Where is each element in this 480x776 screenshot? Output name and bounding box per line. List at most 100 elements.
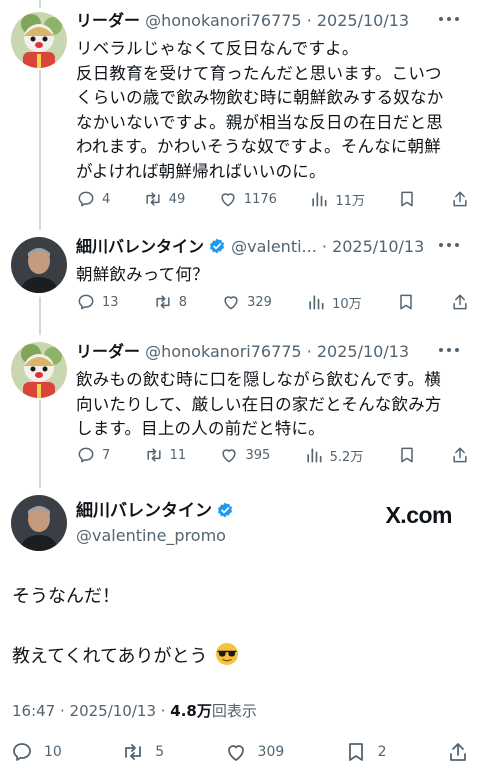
- sunglasses-emoji-icon: [216, 643, 239, 665]
- share-button[interactable]: [446, 740, 470, 764]
- tweet-text: リベラルじゃなくて反日なんですよ。 反日教育を受けて育ったんだと思います。こいつ…: [76, 37, 470, 184]
- tweet-header: 細川バレンタイン @valenti... · 2025/10/13: [76, 234, 470, 260]
- author-name[interactable]: リーダー: [76, 11, 140, 30]
- reply-icon: [78, 447, 94, 463]
- tweet[interactable]: リーダー @honokanori76775 · 2025/10/13 リベラルじ…: [0, 0, 480, 222]
- author-name[interactable]: 細川バレンタイン: [76, 501, 212, 521]
- like-button[interactable]: 1176: [218, 189, 277, 209]
- heart-icon: [222, 449, 237, 463]
- author-block: 細川バレンタイン @valentine_promo: [76, 498, 234, 548]
- more-icon[interactable]: [436, 236, 462, 254]
- bookmark-button[interactable]: 2: [344, 740, 387, 764]
- verified-badge-icon: [209, 238, 225, 254]
- views-button[interactable]: 10万: [306, 292, 362, 312]
- reply-button[interactable]: 7: [76, 445, 110, 465]
- heart-icon: [221, 193, 235, 207]
- share-icon: [453, 294, 467, 310]
- bookmark-button[interactable]: [397, 445, 417, 465]
- views-button[interactable]: 11万: [309, 189, 365, 209]
- retweet-button[interactable]: 5: [121, 740, 164, 764]
- like-count: 395: [245, 447, 271, 463]
- bookmark-button[interactable]: [396, 292, 416, 312]
- author-handle[interactable]: @valenti...: [231, 237, 317, 256]
- retweet-button[interactable]: 11: [144, 445, 187, 465]
- avatar[interactable]: [11, 12, 67, 68]
- reply-icon: [78, 294, 94, 310]
- tweet-text-line: 飲みもの飲む時に口を隠しながら飲むんです。横: [76, 370, 441, 389]
- views-icon: [306, 448, 322, 463]
- reply-button[interactable]: 4: [76, 189, 110, 209]
- views-icon: [309, 295, 324, 310]
- more-icon[interactable]: [436, 341, 462, 359]
- avatar[interactable]: [11, 495, 67, 551]
- bookmark-icon: [400, 294, 412, 310]
- reply-button[interactable]: 13: [76, 292, 119, 312]
- tweet-header: リーダー @honokanori76775 · 2025/10/13: [76, 8, 470, 34]
- tweet-text-line: します。目上の人の前だと特に。: [76, 419, 325, 438]
- author-handle[interactable]: @honokanori76775: [145, 342, 302, 361]
- retweet-button[interactable]: 8: [153, 292, 187, 312]
- tweet-text-line: 反日教育を受けて育ったんだと思います。こいつ: [76, 63, 442, 83]
- like-button[interactable]: 329: [221, 292, 272, 312]
- tweet-text-line: リベラルじゃなくて反日なんですよ。: [76, 39, 359, 58]
- views-count: 5.2万: [329, 449, 364, 465]
- tweet-text-line: われます。かわいそうな奴ですよ。そんなに朝鮮: [76, 137, 441, 156]
- more-icon[interactable]: [436, 10, 462, 28]
- tweet-text-line: 朝鮮飲みって何？: [76, 265, 209, 284]
- author-handle[interactable]: @valentine_promo: [76, 524, 234, 548]
- retweet-button[interactable]: 49: [143, 189, 186, 209]
- tweet-header: リーダー @honokanori76775 · 2025/10/13: [76, 339, 470, 365]
- author-name[interactable]: 細川バレンタイン: [76, 237, 204, 256]
- retweet-icon: [125, 744, 142, 760]
- reply-button[interactable]: 10: [10, 740, 62, 764]
- views-total: 4.8万: [170, 702, 212, 720]
- tweet-text: 飲みもの飲む時に口を隠しながら飲むんです。横 向いたりして、厳しい在日の家だとそ…: [76, 368, 470, 442]
- views-icon: [312, 192, 327, 207]
- reply-count: 13: [102, 294, 119, 310]
- share-icon: [453, 447, 467, 463]
- tweet-timestamp-row: 16:47 · 2025/10/13 · 4.8万回表示: [12, 700, 257, 721]
- tweet-text-line: そうなんだ！: [12, 586, 120, 607]
- retweet-count: 5: [155, 744, 165, 760]
- reply-count: 7: [102, 447, 111, 463]
- tweet[interactable]: リーダー @honokanori76775 · 2025/10/13 飲みもの飲…: [0, 335, 480, 480]
- retweet-count: 8: [178, 294, 187, 310]
- share-icon: [450, 743, 466, 761]
- reply-count: 4: [102, 191, 111, 207]
- like-button[interactable]: 309: [224, 740, 285, 764]
- author-handle[interactable]: @honokanori76775: [145, 11, 302, 30]
- like-button[interactable]: 395: [219, 445, 270, 465]
- views-count: 11万: [335, 193, 365, 209]
- bookmark-icon: [400, 447, 413, 463]
- tweet-text-line: 向いたりして、厳しい在日の家だとそんな飲み方: [76, 394, 442, 414]
- tweet[interactable]: 細川バレンタイン @valenti... · 2025/10/13 朝鮮飲みって…: [0, 230, 480, 328]
- tweet-text-line: がよければ朝鮮帰ればいいのに。: [76, 161, 326, 181]
- tweet-text-line: なかいないですよ。親が相当な反日の在日だと思: [76, 112, 443, 132]
- like-count: 329: [247, 294, 272, 310]
- tweet-time[interactable]: 16:47 · 2025/10/13 ·: [12, 702, 170, 720]
- tweet-text-line-content: 教えてくれてありがとう: [12, 646, 208, 667]
- views-button[interactable]: 5.2万: [304, 445, 364, 465]
- bookmark-icon: [348, 743, 363, 761]
- bookmark-button[interactable]: [397, 189, 417, 209]
- retweet-icon: [146, 192, 160, 206]
- tweet-date[interactable]: · 2025/10/13: [307, 342, 409, 361]
- tweet-text: 朝鮮飲みって何？: [76, 263, 470, 288]
- bookmark-icon: [401, 191, 414, 207]
- avatar[interactable]: [11, 237, 67, 293]
- like-count: 309: [257, 744, 285, 760]
- tweet-date[interactable]: · 2025/10/13: [307, 11, 409, 30]
- retweet-count: 49: [168, 191, 186, 207]
- tweet-date[interactable]: · 2025/10/13: [322, 237, 424, 256]
- author-name[interactable]: リーダー: [76, 342, 140, 361]
- share-button[interactable]: [450, 292, 470, 312]
- heart-icon: [224, 296, 238, 310]
- views-label: 回表示: [211, 702, 257, 720]
- avatar[interactable]: [11, 342, 67, 398]
- retweet-count: 11: [169, 447, 187, 463]
- share-button[interactable]: [450, 189, 470, 209]
- share-button[interactable]: [450, 445, 470, 465]
- bookmark-count: 2: [377, 744, 387, 760]
- heart-icon: [227, 745, 244, 761]
- views-count: 10万: [332, 296, 362, 312]
